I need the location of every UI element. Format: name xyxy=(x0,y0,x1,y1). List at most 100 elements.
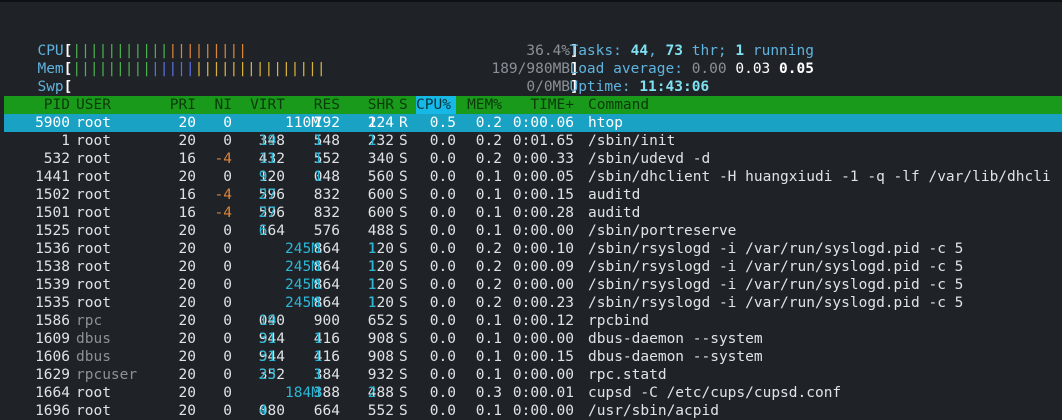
process-res: 1 864 xyxy=(313,295,340,311)
process-shr: 1 120 xyxy=(367,295,394,311)
process-pid: 1664 xyxy=(35,385,70,401)
column-res[interactable]: RES xyxy=(290,96,340,114)
column-time[interactable]: TIME+ xyxy=(512,96,574,114)
process-command: /usr/sbin/acpid xyxy=(588,403,719,419)
process-row[interactable]: 1 root 20 0 19 348 1 548 1 232 S 0.0 0.2 0:01.65/sbin… xyxy=(4,132,1062,150)
process-pid: 1586 xyxy=(35,313,70,329)
load-15min: 0.05 xyxy=(779,61,814,77)
process-state: S xyxy=(399,295,408,311)
process-res: 664 xyxy=(313,403,340,419)
process-row[interactable]: 1441 root 20 0 9 120 1 048 560 S 0.0 0.1 0:00.05/sbi… xyxy=(4,168,1062,186)
process-cpu: 0.0 xyxy=(429,403,456,419)
process-shr: 560 xyxy=(367,169,394,185)
column-pri[interactable]: PRI xyxy=(154,96,196,114)
process-priority: 20 xyxy=(178,313,196,329)
process-row-selected[interactable]: 5900 root 20 0 110M 1 792 1 224 R 0.5 0.2 0:00.06 hto… xyxy=(4,114,1062,132)
process-row[interactable]: 1606 dbus 20 0 31 944 1 416 908 S 0.0 0.1 0:00.15 dbu… xyxy=(4,348,1062,366)
process-nice: 0 xyxy=(223,349,232,365)
column-command[interactable]: Command xyxy=(588,96,649,114)
process-time: 0:00.09 xyxy=(512,259,574,275)
process-row[interactable]: 1538 root 20 0 245M 1 864 1 120 S 0.0 0.2 0:00.09/sb… xyxy=(4,258,1062,276)
process-virt: 6 164 xyxy=(258,223,285,239)
column-virt[interactable]: VIRT xyxy=(230,96,285,114)
process-row[interactable]: 1535 root 20 0 245M 1 864 1 120 S 0.0 0.2 0:00.23/sb… xyxy=(4,294,1062,312)
process-virt: 19 348 xyxy=(258,133,285,149)
column-state[interactable]: S xyxy=(399,96,408,114)
process-pid: 1502 xyxy=(35,187,70,203)
process-shr: 932 xyxy=(367,367,394,383)
process-nice: 0 xyxy=(223,223,232,239)
process-time: 0:00.15 xyxy=(512,187,574,203)
process-mem: 0.1 xyxy=(475,313,502,329)
column-pid[interactable]: PID xyxy=(4,96,70,114)
process-cpu: 0.0 xyxy=(429,385,456,401)
process-row[interactable]: 1539 root 20 0 245M 1 864 1 120 S 0.0 0.2 0:00.00/sb… xyxy=(4,276,1062,294)
process-time: 0:00.33 xyxy=(512,151,574,167)
process-user: rpcuser xyxy=(76,367,138,383)
process-time: 0:01.65 xyxy=(512,133,574,149)
process-row[interactable]: 1629 rpcuser 20 0 23 352 1 384 932 S 0.0 0.1 0:00.00… xyxy=(4,366,1062,384)
process-cpu: 0.0 xyxy=(429,295,456,311)
column-cpu-sorted[interactable]: CPU% xyxy=(416,96,456,114)
process-time: 0:00.00 xyxy=(512,403,574,419)
process-user: root xyxy=(76,187,111,203)
process-priority: 16 xyxy=(178,205,196,221)
process-nice: -4 xyxy=(214,151,232,167)
process-row[interactable]: 1525 root 20 0 6 164 576 488 S 0.0 0.1 0:00.00/sbin… xyxy=(4,222,1062,240)
process-state: S xyxy=(399,169,408,185)
process-command: /sbin/portreserve xyxy=(588,223,737,239)
process-row[interactable]: 1696 root 20 0 4 080 664 552 S 0.0 0.1 0:00.00/usr/… xyxy=(4,402,1062,420)
process-nice: 0 xyxy=(223,241,232,257)
column-ni[interactable]: NI xyxy=(198,96,232,114)
process-user: root xyxy=(76,115,111,131)
process-pid: 1696 xyxy=(35,403,70,419)
column-mem[interactable]: MEM% xyxy=(458,96,502,114)
process-mem: 0.2 xyxy=(475,295,502,311)
process-nice: 0 xyxy=(223,115,232,131)
swap-meter: Swp[ 0/0MB] xyxy=(37,79,579,95)
process-mem: 0.1 xyxy=(475,169,502,185)
process-row[interactable]: 1501 root 16 -4 27 596 832 600 S 0.0 0.1 0:00.28 aud… xyxy=(4,204,1062,222)
process-priority: 16 xyxy=(178,151,196,167)
swap-meter-bar xyxy=(72,79,526,95)
process-shr: 600 xyxy=(367,187,394,203)
process-mem: 0.1 xyxy=(475,187,502,203)
uptime-label: Uptime: xyxy=(569,79,631,95)
process-command: /sbin/rsyslogd -i /var/run/syslogd.pid -… xyxy=(588,259,964,275)
process-row[interactable]: 1502 root 16 -4 27 596 832 600 S 0.0 0.1 0:00.15 aud… xyxy=(4,186,1062,204)
process-state: S xyxy=(399,367,408,383)
column-user[interactable]: USER xyxy=(76,96,111,114)
process-user: root xyxy=(76,205,111,221)
process-row[interactable]: 1609 dbus 20 0 31 944 1 416 908 S 0.0 0.1 0:00.00 dbu… xyxy=(4,330,1062,348)
process-nice: 0 xyxy=(223,295,232,311)
process-shr: 600 xyxy=(367,205,394,221)
process-shr: 552 xyxy=(367,403,394,419)
tasks-line: Tasks: 44, 73 thr; 1 running xyxy=(569,43,814,59)
process-user: root xyxy=(76,223,111,239)
process-state: S xyxy=(399,349,408,365)
process-shr: 908 xyxy=(367,349,394,365)
process-res: 832 xyxy=(313,187,340,203)
column-shr[interactable]: SHR xyxy=(344,96,394,114)
process-user: root xyxy=(76,277,111,293)
process-command: /sbin/udevd -d xyxy=(588,151,711,167)
process-shr: 1 232 xyxy=(367,133,394,149)
process-priority: 20 xyxy=(178,169,196,185)
process-cpu: 0.0 xyxy=(429,187,456,203)
process-state: S xyxy=(399,241,408,257)
process-row[interactable]: 1536 root 20 0 245M 1 864 1 120 S 0.0 0.2 0:00.10/sb… xyxy=(4,240,1062,258)
process-mem: 0.1 xyxy=(475,223,502,239)
process-res: 1 384 xyxy=(313,367,340,383)
process-state: R xyxy=(399,115,408,131)
process-priority: 20 xyxy=(178,367,196,383)
process-user: rpc xyxy=(76,313,103,329)
process-command: /sbin/dhclient -H huangxiudi -1 -q -lf /… xyxy=(588,169,1051,185)
process-command: auditd xyxy=(588,187,641,203)
process-state: S xyxy=(399,277,408,293)
process-table-header: PID USER PRI NI VIRT RES SHR S CPU% MEM%… xyxy=(4,96,1062,114)
process-state: S xyxy=(399,151,408,167)
process-row[interactable]: 532 root 16 -4 11 432 1 552 340 S 0.0 0.2 0:00.33/sb… xyxy=(4,150,1062,168)
process-virt: 27 596 xyxy=(258,187,285,203)
process-row[interactable]: 1586 rpc 20 0 19 040 900 652 S 0.0 0.1 0:00.12 rpcbi… xyxy=(4,312,1062,330)
process-row[interactable]: 1664 root 20 0 184M 3 388 2 488 S 0.0 0.3 0:00.01 cup… xyxy=(4,384,1062,402)
